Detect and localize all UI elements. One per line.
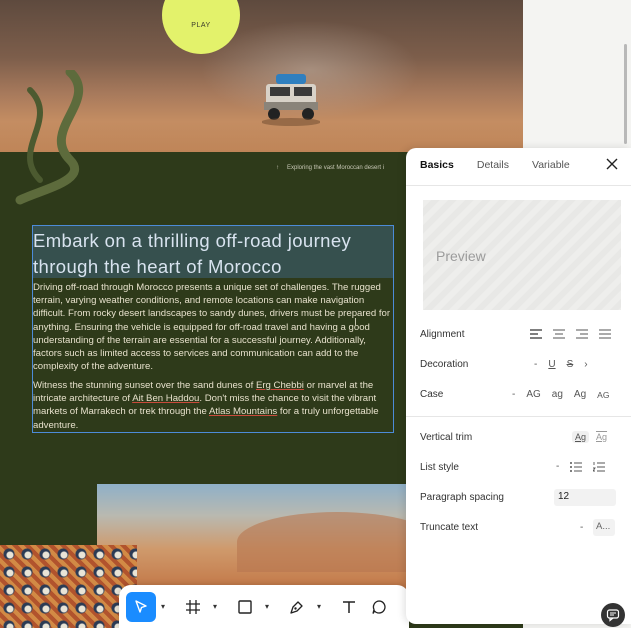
truncate-ellipsis-button[interactable]: A... bbox=[593, 519, 615, 536]
align-right-button[interactable] bbox=[576, 329, 588, 339]
align-left-icon bbox=[530, 329, 542, 339]
numbered-list-button[interactable] bbox=[593, 461, 606, 472]
tab-basics[interactable]: Basics bbox=[420, 159, 454, 171]
link-atlas-mountains[interactable]: Atlas Mountains bbox=[209, 406, 277, 417]
image-caption: ↑ Exploring the vast Moroccan desert i bbox=[276, 165, 384, 171]
article-paragraph-2[interactable]: Witness the stunning sunset over the san… bbox=[33, 379, 393, 432]
road-illustration bbox=[15, 70, 84, 205]
case-none-button[interactable]: - bbox=[512, 389, 515, 400]
comment-icon bbox=[372, 599, 386, 614]
case-small-caps-button[interactable]: AG bbox=[597, 390, 609, 400]
align-right-icon bbox=[576, 329, 588, 339]
chevron-down-icon: ▾ bbox=[160, 602, 165, 611]
chat-assistant-button[interactable] bbox=[601, 603, 625, 627]
shape-tool-button[interactable] bbox=[230, 592, 260, 622]
bulleted-list-icon bbox=[570, 461, 583, 472]
text-tool-button[interactable] bbox=[334, 592, 364, 622]
close-icon[interactable] bbox=[605, 157, 619, 171]
chevron-down-icon: ▾ bbox=[316, 602, 321, 611]
panel-tabs: Basics Details Variable bbox=[420, 159, 593, 171]
align-left-button[interactable] bbox=[530, 329, 542, 339]
divider bbox=[406, 185, 631, 186]
bulleted-list-button[interactable] bbox=[570, 461, 583, 472]
article-heading[interactable]: Embark on a thrilling off-road journey t… bbox=[33, 228, 393, 280]
underline-button[interactable]: U bbox=[548, 359, 555, 370]
vertical-scrollbar[interactable] bbox=[624, 44, 627, 144]
text-cursor-icon: I bbox=[354, 317, 357, 328]
text-icon bbox=[343, 600, 355, 613]
paragraph-spacing-input[interactable]: 12 bbox=[554, 489, 616, 506]
paragraph-spacing-label: Paragraph spacing bbox=[420, 492, 504, 503]
decoration-controls: - U S › bbox=[534, 359, 599, 370]
numbered-list-icon bbox=[593, 461, 606, 472]
truncate-none-button[interactable]: - bbox=[580, 522, 583, 533]
rectangle-icon bbox=[238, 599, 252, 614]
move-tool-button[interactable] bbox=[126, 591, 156, 622]
case-title-button[interactable]: Ag bbox=[574, 389, 586, 400]
chat-icon bbox=[606, 609, 620, 622]
align-center-icon bbox=[553, 329, 565, 339]
frame-tool-dropdown[interactable]: ▾ bbox=[208, 592, 222, 622]
play-label: PLAY bbox=[191, 21, 211, 29]
pen-icon bbox=[290, 600, 303, 614]
list-style-controls: - bbox=[556, 461, 616, 472]
decoration-more-button[interactable]: › bbox=[584, 359, 587, 370]
mosaic-tiles-image bbox=[0, 545, 137, 628]
caption-text: Exploring the vast Moroccan desert i bbox=[287, 165, 385, 171]
vertical-trim-label: Vertical trim bbox=[420, 432, 473, 443]
alignment-label: Alignment bbox=[420, 329, 465, 340]
frame-tool-button[interactable] bbox=[178, 592, 208, 622]
list-style-label: List style bbox=[420, 462, 459, 473]
alignment-controls bbox=[530, 329, 622, 339]
vertical-trim-controls: Ag Ag bbox=[572, 431, 621, 443]
decoration-label: Decoration bbox=[420, 359, 469, 370]
preview-label: Preview bbox=[436, 248, 486, 264]
list-none-button[interactable]: - bbox=[556, 461, 559, 472]
comment-tool-button[interactable] bbox=[364, 592, 394, 622]
link-erg-chebbi[interactable]: Erg Chebbi bbox=[256, 380, 304, 391]
jeep-image bbox=[262, 74, 320, 126]
chevron-down-icon: ▾ bbox=[212, 602, 217, 611]
chevron-down-icon: ▾ bbox=[264, 602, 269, 611]
vertical-trim-cap-button[interactable]: Ag bbox=[593, 431, 610, 443]
move-tool-dropdown[interactable]: ▾ bbox=[156, 592, 170, 622]
link-ait-ben-haddou[interactable]: Ait Ben Haddou bbox=[132, 393, 199, 404]
pen-tool-button[interactable] bbox=[282, 592, 312, 622]
article-paragraph-1[interactable]: Driving off-road through Morocco present… bbox=[33, 281, 393, 373]
align-justify-button[interactable] bbox=[599, 329, 611, 339]
frame-icon bbox=[186, 599, 200, 614]
align-justify-icon bbox=[599, 329, 611, 339]
divider bbox=[406, 416, 631, 417]
align-center-button[interactable] bbox=[553, 329, 565, 339]
shape-tool-dropdown[interactable]: ▾ bbox=[260, 592, 274, 622]
para2-text-a: Witness the stunning sunset over the san… bbox=[33, 380, 256, 391]
bottom-toolbar: ▾ ▾ ▾ ▾ bbox=[119, 585, 409, 628]
vertical-trim-standard-button[interactable]: Ag bbox=[572, 431, 590, 443]
tab-variable[interactable]: Variable bbox=[532, 159, 570, 171]
case-upper-button[interactable]: AG bbox=[526, 389, 540, 400]
pointer-icon bbox=[135, 599, 147, 613]
case-lower-button[interactable]: ag bbox=[552, 389, 563, 400]
case-label: Case bbox=[420, 389, 444, 400]
decoration-none-button[interactable]: - bbox=[534, 359, 537, 370]
case-controls: - AG ag Ag AG bbox=[512, 389, 620, 400]
pen-tool-dropdown[interactable]: ▾ bbox=[312, 592, 326, 622]
strikethrough-button[interactable]: S bbox=[567, 359, 574, 370]
text-properties-panel: Basics Details Variable Preview Alignmen… bbox=[406, 148, 631, 624]
arrow-up-icon: ↑ bbox=[276, 165, 279, 171]
truncate-text-label: Truncate text bbox=[420, 522, 478, 533]
tab-details[interactable]: Details bbox=[477, 159, 509, 171]
